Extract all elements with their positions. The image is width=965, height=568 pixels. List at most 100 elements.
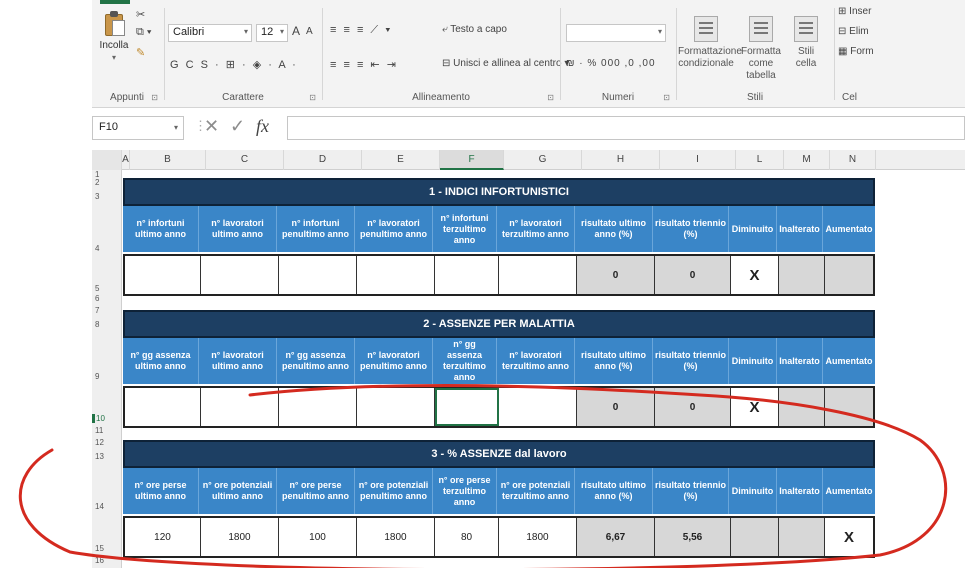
header-cell[interactable]: n° lavoratori ultimo anno: [199, 338, 277, 384]
conditional-formatting-button[interactable]: Formattazione condizionale: [678, 16, 742, 70]
insert-cells-button[interactable]: ⊞ Inser: [838, 6, 871, 17]
header-cell[interactable]: n° lavoratori ultimo anno: [199, 206, 277, 252]
value-cell[interactable]: 1800: [201, 518, 279, 556]
column-header[interactable]: I: [660, 150, 736, 170]
header-cell[interactable]: n° ore perse ultimo anno: [123, 468, 199, 514]
trend-cell-inalterato[interactable]: [779, 388, 825, 426]
header-cell[interactable]: n° infortuni ultimo anno: [123, 206, 199, 252]
header-cell[interactable]: Inalterato: [777, 338, 823, 384]
value-cell[interactable]: [499, 388, 577, 426]
trend-cell-inalterato[interactable]: [779, 256, 825, 294]
header-cell[interactable]: risultato ultimo anno (%): [575, 206, 653, 252]
wrap-text-button[interactable]: ⤶ Testo a capo: [442, 24, 507, 35]
align-top-buttons[interactable]: ≡ ≡ ≡ ⟋ ▾: [330, 24, 393, 37]
header-cell[interactable]: risultato triennio (%): [653, 206, 729, 252]
font-format-buttons[interactable]: G C S · ⊞ · ◈ · A ·: [170, 58, 298, 71]
header-cell[interactable]: risultato triennio (%): [653, 468, 729, 514]
value-cell[interactable]: [435, 256, 499, 294]
value-cell[interactable]: 100: [279, 518, 357, 556]
scissors-icon[interactable]: ✂: [136, 8, 145, 21]
row-header[interactable]: 5: [92, 284, 122, 293]
insert-function-icon[interactable]: fx: [256, 116, 269, 137]
value-cell[interactable]: [279, 388, 357, 426]
merge-center-button[interactable]: ⊟ Unisci e allinea al centro ▾: [442, 58, 569, 69]
header-cell[interactable]: n° gg assenza ultimo anno: [123, 338, 199, 384]
value-cell[interactable]: [201, 256, 279, 294]
header-cell[interactable]: n° infortuni terzultimo anno: [433, 206, 497, 252]
header-cell[interactable]: Aumentato: [823, 468, 875, 514]
align-bottom-buttons[interactable]: ≡ ≡ ≡ ⇤ ⇥: [330, 58, 398, 71]
selected-cell-f10[interactable]: [435, 388, 499, 426]
header-cell[interactable]: n° gg assenza terzultimo anno: [433, 338, 497, 384]
header-cell[interactable]: risultato ultimo anno (%): [575, 338, 653, 384]
row-header[interactable]: 16: [92, 556, 122, 565]
value-cell[interactable]: 1800: [499, 518, 577, 556]
trend-cell-aumentato[interactable]: [825, 388, 873, 426]
row-header[interactable]: 12: [92, 438, 122, 447]
header-cell[interactable]: Diminuito: [729, 468, 777, 514]
value-cell[interactable]: 80: [435, 518, 499, 556]
header-cell[interactable]: n° ore potenziali terzultimo anno: [497, 468, 575, 514]
trend-cell-diminuito[interactable]: X: [731, 256, 779, 294]
trend-cell-aumentato[interactable]: [825, 256, 873, 294]
row-header-active[interactable]: 10: [92, 414, 122, 423]
result-cell[interactable]: 0: [577, 256, 655, 294]
row-header[interactable]: 8: [92, 320, 122, 329]
value-cell[interactable]: [357, 256, 435, 294]
column-header[interactable]: E: [362, 150, 440, 170]
column-header[interactable]: L: [736, 150, 784, 170]
number-format-buttons[interactable]: ₪ · % 000 ,0 ,00: [566, 58, 656, 69]
header-cell[interactable]: n° ore potenziali ultimo anno: [199, 468, 277, 514]
column-header[interactable]: D: [284, 150, 362, 170]
confirm-icon[interactable]: ✓: [230, 116, 245, 137]
result-cell[interactable]: 0: [655, 256, 731, 294]
copy-icon[interactable]: ⧉ ▾: [136, 26, 152, 39]
row-header[interactable]: 14: [92, 502, 122, 511]
row-header[interactable]: 13: [92, 452, 122, 461]
header-cell[interactable]: risultato triennio (%): [653, 338, 729, 384]
trend-cell-diminuito[interactable]: X: [731, 388, 779, 426]
value-cell[interactable]: [279, 256, 357, 294]
result-cell[interactable]: 5,56: [655, 518, 731, 556]
header-cell[interactable]: Aumentato: [823, 206, 875, 252]
header-cell[interactable]: n° lavoratori terzultimo anno: [497, 206, 575, 252]
header-cell[interactable]: risultato ultimo anno (%): [575, 468, 653, 514]
column-header[interactable]: B: [130, 150, 206, 170]
value-cell[interactable]: [499, 256, 577, 294]
column-header[interactable]: G: [504, 150, 582, 170]
column-header-active[interactable]: F: [440, 150, 504, 170]
header-cell[interactable]: Inalterato: [777, 468, 823, 514]
header-cell[interactable]: n° lavoratori penultimo anno: [355, 206, 433, 252]
header-cell[interactable]: n° gg assenza penultimo anno: [277, 338, 355, 384]
number-format-select[interactable]: ▾: [566, 24, 666, 42]
result-cell[interactable]: 0: [655, 388, 731, 426]
number-launcher-icon[interactable]: ⊡: [663, 93, 670, 102]
cancel-icon[interactable]: ✕: [204, 116, 219, 137]
select-all-corner[interactable]: [92, 150, 122, 170]
format-as-table-button[interactable]: Formatta come tabella: [736, 16, 786, 82]
header-cell[interactable]: Aumentato: [823, 338, 875, 384]
column-header[interactable]: A: [122, 150, 130, 170]
clipboard-launcher-icon[interactable]: ⊡: [151, 93, 158, 102]
row-header[interactable]: 2: [92, 178, 122, 187]
trend-cell-inalterato[interactable]: [779, 518, 825, 556]
header-cell[interactable]: Diminuito: [729, 338, 777, 384]
value-cell[interactable]: [201, 388, 279, 426]
value-cell[interactable]: [125, 256, 201, 294]
value-cell[interactable]: [125, 388, 201, 426]
row-header[interactable]: 3: [92, 192, 122, 201]
result-cell[interactable]: 0: [577, 388, 655, 426]
header-cell[interactable]: n° infortuni penultimo anno: [277, 206, 355, 252]
shrink-font-button[interactable]: A: [306, 26, 313, 37]
column-header[interactable]: M: [784, 150, 830, 170]
format-cells-button[interactable]: ▦ Form: [838, 46, 874, 57]
header-cell[interactable]: n° ore perse penultimo anno: [277, 468, 355, 514]
name-box[interactable]: F10 ▾: [92, 116, 184, 140]
row-header[interactable]: 4: [92, 244, 122, 253]
header-cell[interactable]: n° lavoratori penultimo anno: [355, 338, 433, 384]
result-cell[interactable]: 6,67: [577, 518, 655, 556]
row-header[interactable]: 7: [92, 306, 122, 315]
delete-cells-button[interactable]: ⊟ Elim: [838, 26, 869, 37]
font-launcher-icon[interactable]: ⊡: [309, 93, 316, 102]
formula-input[interactable]: [287, 116, 965, 140]
